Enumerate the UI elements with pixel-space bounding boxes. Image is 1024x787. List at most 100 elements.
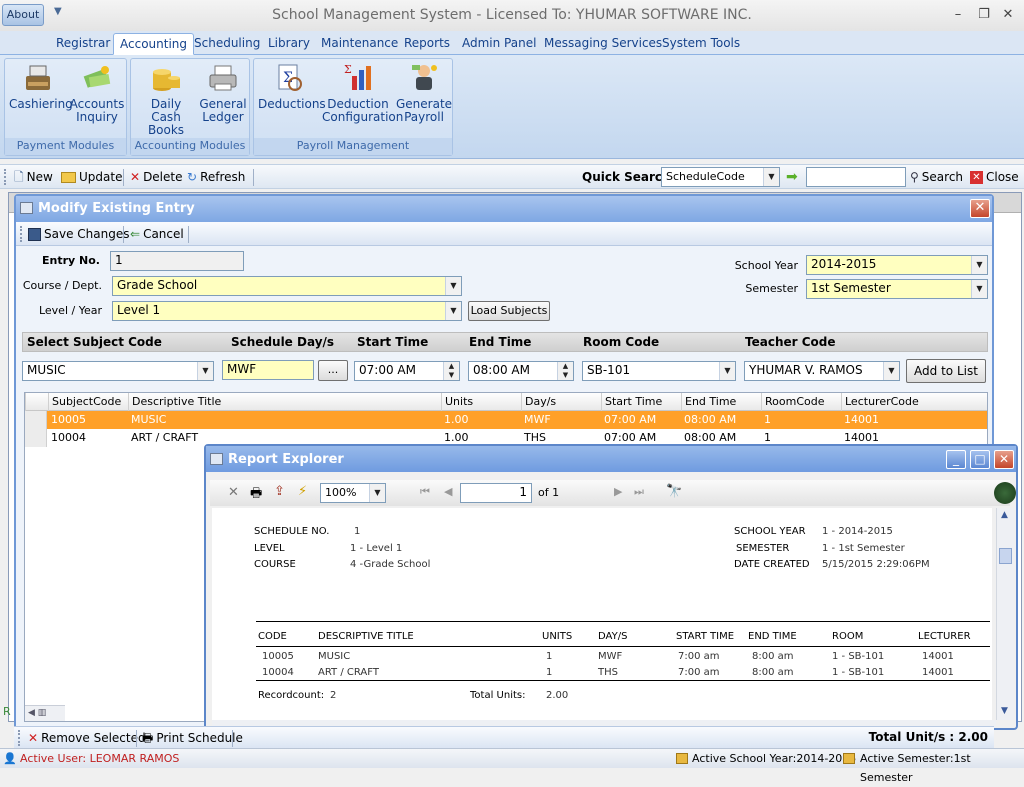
first-page-icon[interactable]: ⏮	[420, 485, 430, 499]
go-arrow-icon[interactable]: ➡	[786, 169, 798, 185]
row-header[interactable]	[25, 411, 47, 429]
semester-select[interactable]: 1st Semester ▼	[806, 279, 988, 299]
column-header[interactable]: Units	[441, 393, 521, 411]
deductions-button[interactable]: Σ Deductions	[258, 62, 326, 111]
table-cell: 1.00	[444, 413, 469, 426]
page-count: of 1	[538, 486, 560, 499]
prev-page-icon[interactable]: ◀	[444, 485, 452, 498]
room-code-select[interactable]: SB-101 ▼	[582, 361, 736, 381]
schedule-days-header: Schedule Day/s	[231, 335, 335, 349]
semester-label: Semester	[745, 282, 798, 295]
load-subjects-button[interactable]: Load Subjects	[468, 301, 550, 321]
grid-horizontal-scrollbar[interactable]: ◀ ▥	[25, 705, 65, 721]
refresh-button[interactable]: ↻ Refresh	[187, 169, 245, 185]
tab-library[interactable]: Library	[262, 33, 316, 55]
column-header[interactable]: Descriptive Title	[128, 393, 441, 411]
tab-messaging-services[interactable]: Messaging Services	[538, 33, 668, 55]
days-picker-button[interactable]: ...	[318, 360, 348, 381]
level-select[interactable]: Level 1 ▼	[112, 301, 462, 321]
toolbar-grip[interactable]	[4, 169, 7, 185]
schedule-days-input[interactable]: MWF	[222, 360, 314, 380]
chevron-down-icon[interactable]: ▼	[971, 256, 987, 274]
chevron-down-icon[interactable]: ▼	[883, 362, 899, 380]
export-icon[interactable]: ⇪	[274, 484, 285, 499]
toolbar-grip[interactable]	[18, 730, 21, 746]
save-changes-button[interactable]: Save Changes	[28, 226, 129, 242]
column-header[interactable]: Start Time	[601, 393, 681, 411]
binoculars-icon[interactable]: 🔭	[666, 484, 682, 499]
close-report-icon[interactable]: ✕	[228, 485, 239, 500]
teacher-code-select[interactable]: YHUMAR V. RAMOS ▼	[744, 361, 900, 381]
tab-system-tools[interactable]: System Tools	[656, 33, 746, 55]
update-button[interactable]: Update	[61, 169, 122, 185]
general-ledger-button[interactable]: General Ledger	[197, 62, 249, 124]
chevron-down-icon[interactable]: ▼	[445, 302, 461, 320]
tab-reports[interactable]: Reports	[398, 33, 456, 55]
page-number-input[interactable]: 1	[460, 483, 532, 503]
restore-icon[interactable]: ❐	[976, 8, 992, 22]
end-time-input[interactable]: 08:00 AM ▲ ▼	[468, 361, 574, 381]
course-select[interactable]: Grade School ▼	[112, 276, 462, 296]
dialog-close-icon[interactable]: ✕	[970, 199, 990, 218]
column-header[interactable]: End Time	[681, 393, 761, 411]
quick-search-input[interactable]	[806, 167, 906, 187]
delete-button[interactable]: ✕ Delete	[130, 169, 183, 185]
subject-code-value: MUSIC	[27, 363, 66, 377]
spinner-icon[interactable]: ▲ ▼	[443, 362, 459, 380]
close-icon[interactable]: ✕	[994, 450, 1014, 469]
maximize-icon[interactable]: □	[970, 450, 990, 469]
school-year-select[interactable]: 2014-2015 ▼	[806, 255, 988, 275]
next-page-icon[interactable]: ▶	[614, 485, 622, 498]
lightning-icon[interactable]: ⚡	[298, 484, 307, 499]
new-button[interactable]: 🗋 New	[14, 169, 53, 185]
tab-accounting[interactable]: Accounting	[113, 33, 195, 55]
chevron-down-icon[interactable]: ▼	[971, 280, 987, 298]
subject-code-select[interactable]: MUSIC ▼	[22, 361, 214, 381]
table-row[interactable]: 10005 MUSIC 1.00 MWF 07:00 AM 08:00 AM 1…	[25, 411, 987, 429]
delete-label: Delete	[143, 170, 183, 184]
report-vertical-scrollbar[interactable]: ▲ ▼	[996, 508, 1014, 720]
tab-scheduling[interactable]: Scheduling	[188, 33, 266, 55]
cashiering-button[interactable]: Cashiering	[9, 62, 73, 111]
close-button[interactable]: ✕ Close	[970, 169, 1019, 185]
generate-payroll-button[interactable]: Generate Payroll	[396, 62, 452, 124]
start-time-input[interactable]: 07:00 AM ▲ ▼	[354, 361, 460, 381]
cancel-button[interactable]: ⇐ Cancel	[130, 226, 184, 242]
toolbar-grip[interactable]	[20, 226, 23, 242]
remove-selected-button[interactable]: ✕ Remove Selected	[28, 730, 146, 746]
row-header[interactable]	[25, 429, 47, 447]
search-button[interactable]: ⚲ Search	[910, 169, 963, 185]
spinner-icon[interactable]: ▲ ▼	[557, 362, 573, 380]
deduction-configuration-button[interactable]: Σ Deduction Configuration	[322, 62, 403, 124]
column-header[interactable]: RoomCode	[761, 393, 841, 411]
daily-cash-books-button[interactable]: Daily Cash Books	[135, 62, 197, 137]
printer-icon[interactable]: 🖶	[250, 484, 262, 506]
room-code-value: SB-101	[587, 363, 631, 377]
chevron-down-icon[interactable]: ▼	[445, 277, 461, 295]
close-icon[interactable]: ✕	[1000, 8, 1016, 22]
minimize-icon[interactable]: _	[946, 450, 966, 469]
minimize-icon[interactable]: –	[950, 8, 966, 22]
accounts-inquiry-button[interactable]: Accounts Inquiry	[69, 62, 125, 124]
chevron-down-icon[interactable]: ▼	[197, 362, 213, 380]
chevron-down-icon[interactable]: ▼	[763, 168, 779, 186]
tab-maintenance[interactable]: Maintenance	[315, 33, 404, 55]
tab-registrar[interactable]: Registrar	[50, 33, 116, 55]
scroll-up-icon[interactable]: ▲	[1001, 510, 1008, 520]
print-schedule-button[interactable]: 🖶 Print Schedule	[142, 730, 243, 746]
zoom-select[interactable]: 100% ▼	[320, 483, 386, 503]
add-to-list-button[interactable]: Add to List	[906, 359, 986, 383]
quick-search-field-select[interactable]: ScheduleCode ▼	[661, 167, 780, 187]
scroll-thumb[interactable]	[999, 548, 1012, 564]
deduction-config-label1: Deduction	[327, 97, 389, 111]
last-page-icon[interactable]: ⏭	[634, 485, 644, 499]
column-header[interactable]: SubjectCode	[48, 393, 128, 411]
column-header[interactable]: Day/s	[521, 393, 601, 411]
column-header[interactable]: LecturerCode	[841, 393, 987, 411]
chevron-down-icon[interactable]: ▼	[719, 362, 735, 380]
report-cell: MUSIC	[318, 651, 351, 662]
scroll-down-icon[interactable]: ▼	[1001, 706, 1008, 716]
chevron-down-icon[interactable]: ▼	[369, 484, 385, 502]
table-cell: MWF	[524, 413, 551, 426]
tab-admin-panel[interactable]: Admin Panel	[456, 33, 542, 55]
